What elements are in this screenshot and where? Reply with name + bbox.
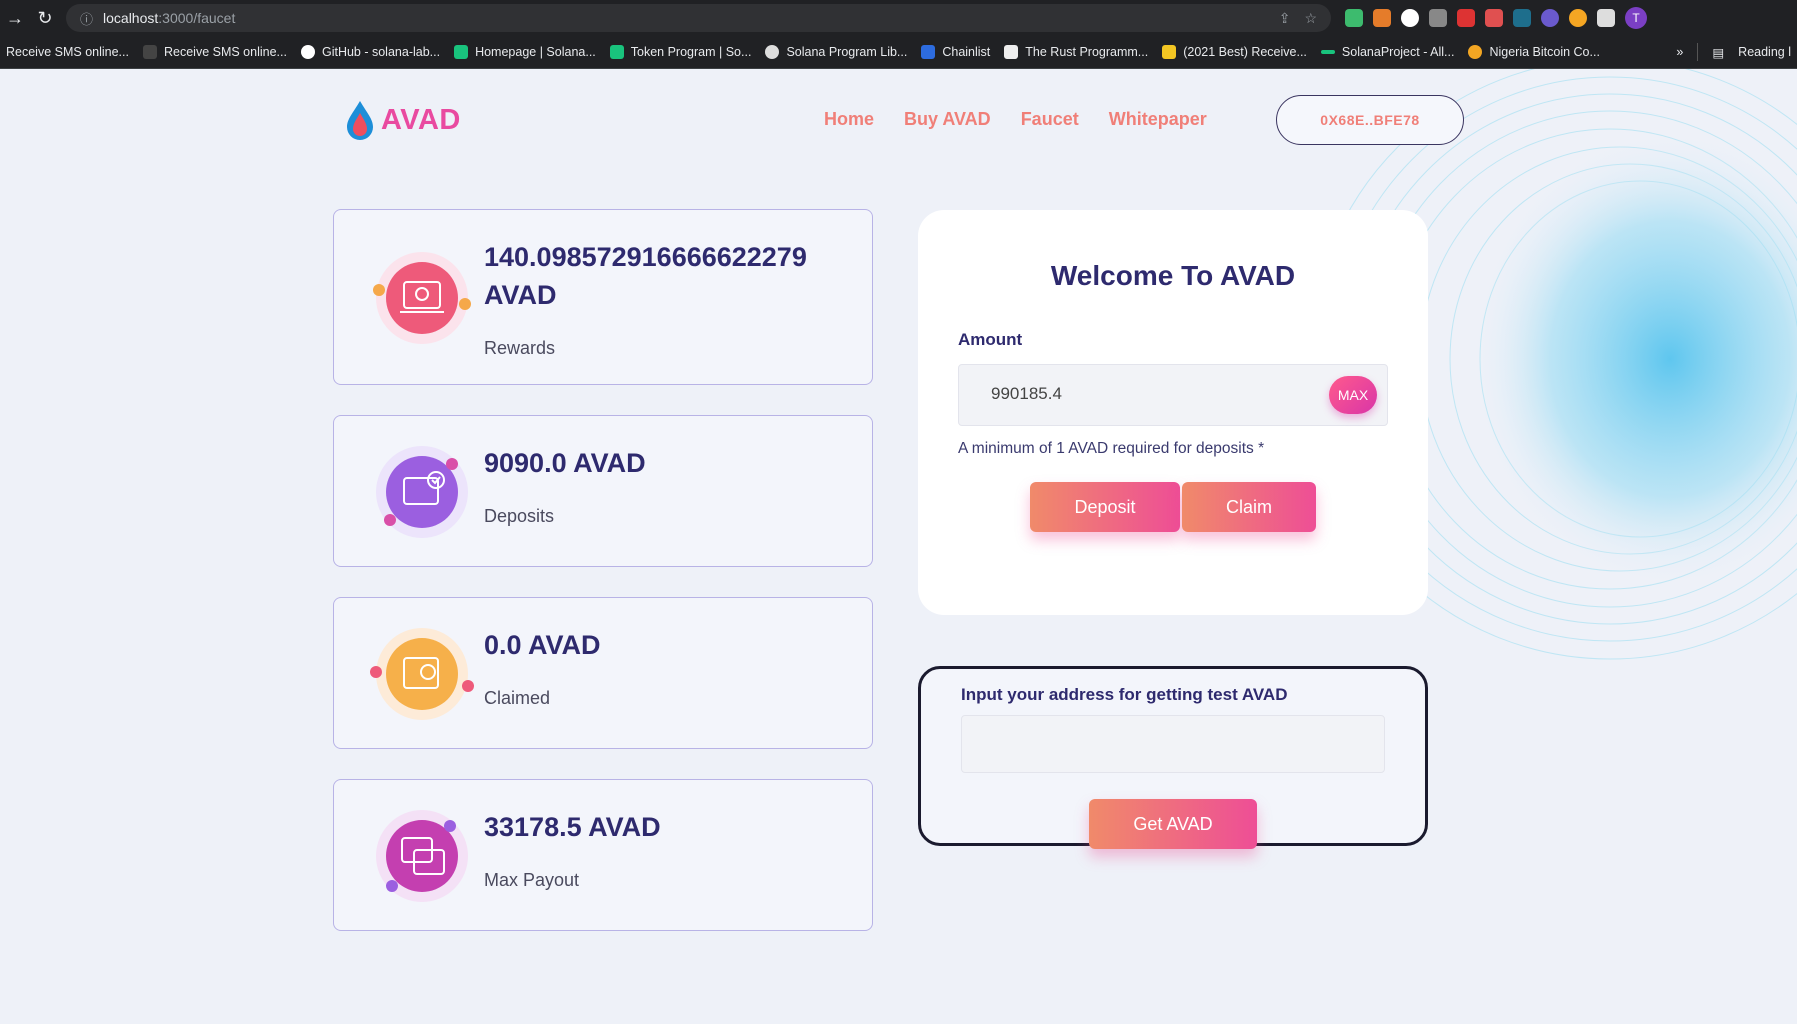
stat-label: Rewards bbox=[484, 338, 556, 358]
stat-card-deposits: 9090.0 AVAD Deposits bbox=[333, 415, 873, 567]
stat-card-max-payout: 33178.5 AVAD Max Payout bbox=[333, 779, 873, 931]
claim-button[interactable]: Claim bbox=[1182, 482, 1316, 532]
brand-logo[interactable]: AVAD bbox=[345, 99, 461, 141]
bookmark-label: GitHub - solana-lab... bbox=[321, 45, 441, 59]
bookmark-label: Chainlist bbox=[942, 45, 991, 59]
faucet-box: Input your address for getting test AVAD… bbox=[918, 666, 1428, 849]
deposit-button[interactable]: Deposit bbox=[1030, 482, 1180, 532]
forward-icon[interactable]: → bbox=[0, 8, 30, 29]
extensions-bar: T bbox=[1345, 7, 1647, 29]
fox-extension-icon[interactable] bbox=[1373, 9, 1391, 27]
page: AVAD Home Buy AVAD Faucet Whitepaper 0X6… bbox=[0, 69, 1797, 1024]
max-button[interactable]: MAX bbox=[1329, 376, 1377, 414]
arrow-extension-icon[interactable] bbox=[1485, 9, 1503, 27]
stat-label: Max Payout bbox=[484, 870, 580, 890]
url-host: localhost bbox=[103, 10, 159, 26]
bookmark-label: SolanaProject - All... bbox=[1341, 45, 1455, 59]
shield-extension-icon[interactable] bbox=[1345, 9, 1363, 27]
stat-card-rewards: 140.098572916666622279 AVAD Rewards bbox=[333, 209, 873, 385]
reload-icon[interactable]: ↻ bbox=[30, 8, 60, 29]
divider bbox=[1697, 43, 1699, 61]
deposit-minimum-note: A minimum of 1 AVAD required for deposit… bbox=[958, 440, 1265, 457]
stat-value: 0.0 AVAD bbox=[484, 630, 601, 660]
faucet-address-input[interactable] bbox=[961, 715, 1385, 773]
amount-label: Amount bbox=[958, 330, 1023, 349]
bookmark-item[interactable]: Token Program | So... bbox=[609, 45, 752, 59]
doc-icon bbox=[454, 45, 469, 59]
bookmark-item[interactable]: Receive SMS online... bbox=[6, 45, 129, 59]
bookmark-item[interactable]: Receive SMS online... bbox=[142, 45, 287, 59]
address-bar[interactable]: ⓘ localhost:3000/faucet ⇪ ☆ bbox=[66, 4, 1331, 32]
bookmark-label: (2021 Best) Receive... bbox=[1183, 45, 1307, 59]
nav-buy-avad[interactable]: Buy AVAD bbox=[904, 109, 991, 130]
claimed-icon bbox=[362, 614, 482, 734]
bookmark-item[interactable]: Nigeria Bitcoin Co... bbox=[1468, 45, 1600, 59]
get-avad-button[interactable]: Get AVAD bbox=[1089, 799, 1257, 849]
nav-whitepaper[interactable]: Whitepaper bbox=[1109, 109, 1207, 130]
site-info-icon[interactable]: ⓘ bbox=[80, 9, 93, 28]
panel-title: Welcome To AVAD bbox=[1050, 260, 1296, 291]
bookmark-item[interactable]: Homepage | Solana... bbox=[454, 45, 596, 59]
deposits-icon bbox=[362, 432, 482, 552]
stat-value: 33178.5 AVAD bbox=[484, 812, 661, 842]
puzzle-extensions-icon[interactable] bbox=[1597, 9, 1615, 27]
stat-label: Deposits bbox=[484, 506, 555, 526]
folder-icon bbox=[1162, 45, 1177, 59]
bookmark-label: Solana Program Lib... bbox=[786, 45, 908, 59]
drop-logo-icon bbox=[347, 101, 373, 140]
nav-home[interactable]: Home bbox=[824, 109, 874, 130]
n-extension-icon[interactable] bbox=[1513, 9, 1531, 27]
bookmark-item[interactable]: The Rust Programm... bbox=[1004, 45, 1148, 59]
stat-card-claimed: 0.0 AVAD Claimed bbox=[333, 597, 873, 749]
bookmark-item[interactable]: Solana Program Lib... bbox=[765, 45, 907, 59]
nav-faucet[interactable]: Faucet bbox=[1021, 109, 1079, 130]
dash-icon bbox=[1320, 50, 1335, 54]
max-payout-icon bbox=[362, 796, 482, 916]
profile-avatar[interactable]: T bbox=[1625, 7, 1647, 29]
play-icon bbox=[142, 45, 157, 59]
stat-label: Claimed bbox=[484, 688, 551, 708]
bookmark-item[interactable]: Chainlist bbox=[921, 45, 990, 59]
coin-extension-icon[interactable] bbox=[1569, 9, 1587, 27]
stat-value: 9090.0 AVAD bbox=[484, 448, 646, 478]
main-nav: Home Buy AVAD Faucet Whitepaper bbox=[824, 109, 1207, 130]
bookmark-label: Receive SMS online... bbox=[163, 45, 287, 59]
bookmark-label: Homepage | Solana... bbox=[475, 45, 596, 59]
url-path: :3000/faucet bbox=[158, 10, 236, 26]
globe-icon bbox=[765, 45, 780, 59]
github-icon bbox=[300, 45, 315, 59]
bookmark-label: Nigeria Bitcoin Co... bbox=[1489, 45, 1600, 59]
amount-field: MAX bbox=[958, 364, 1388, 426]
bitcoin-icon bbox=[1468, 45, 1483, 59]
wallet-address-button[interactable]: 0X68E..BFE78 bbox=[1276, 95, 1464, 145]
logo-text: AVAD bbox=[381, 103, 461, 136]
deposit-panel: Welcome To AVAD Amount MAX A minimum of … bbox=[918, 210, 1428, 615]
more-bookmarks-icon[interactable]: » bbox=[1676, 45, 1683, 59]
bookmarks-bar: Receive SMS online... Receive SMS online… bbox=[0, 36, 1797, 69]
reading-list-icon[interactable]: ▤ bbox=[1712, 45, 1724, 60]
rewards-icon bbox=[362, 238, 482, 358]
mail-extension-icon[interactable] bbox=[1429, 9, 1447, 27]
faucet-address-label: Input your address for getting test AVAD bbox=[961, 685, 1288, 704]
amount-input[interactable] bbox=[989, 383, 1293, 405]
book-icon bbox=[1004, 45, 1019, 59]
bookmark-item[interactable]: SolanaProject - All... bbox=[1320, 45, 1455, 59]
bookmark-label: Token Program | So... bbox=[630, 45, 752, 59]
browser-toolbar: → ↻ ⓘ localhost:3000/faucet ⇪ ☆ T bbox=[0, 0, 1797, 36]
bookmark-item[interactable]: (2021 Best) Receive... bbox=[1162, 45, 1307, 59]
eye-extension-icon[interactable] bbox=[1541, 9, 1559, 27]
bookmark-label: Receive SMS online... bbox=[6, 45, 129, 59]
bookmark-label: The Rust Programm... bbox=[1025, 45, 1149, 59]
circle-extension-icon[interactable] bbox=[1401, 9, 1419, 27]
share-icon[interactable]: ⇪ bbox=[1279, 10, 1291, 27]
bookmark-item[interactable]: GitHub - solana-lab... bbox=[300, 45, 441, 59]
stat-value: 140.098572916666622279 AVAD bbox=[484, 242, 807, 310]
bookmark-star-icon[interactable]: ☆ bbox=[1304, 10, 1317, 27]
reading-list-label[interactable]: Reading l bbox=[1738, 45, 1791, 59]
book-extension-icon[interactable] bbox=[1457, 9, 1475, 27]
chain-icon bbox=[921, 45, 936, 59]
doc-icon bbox=[609, 45, 624, 59]
